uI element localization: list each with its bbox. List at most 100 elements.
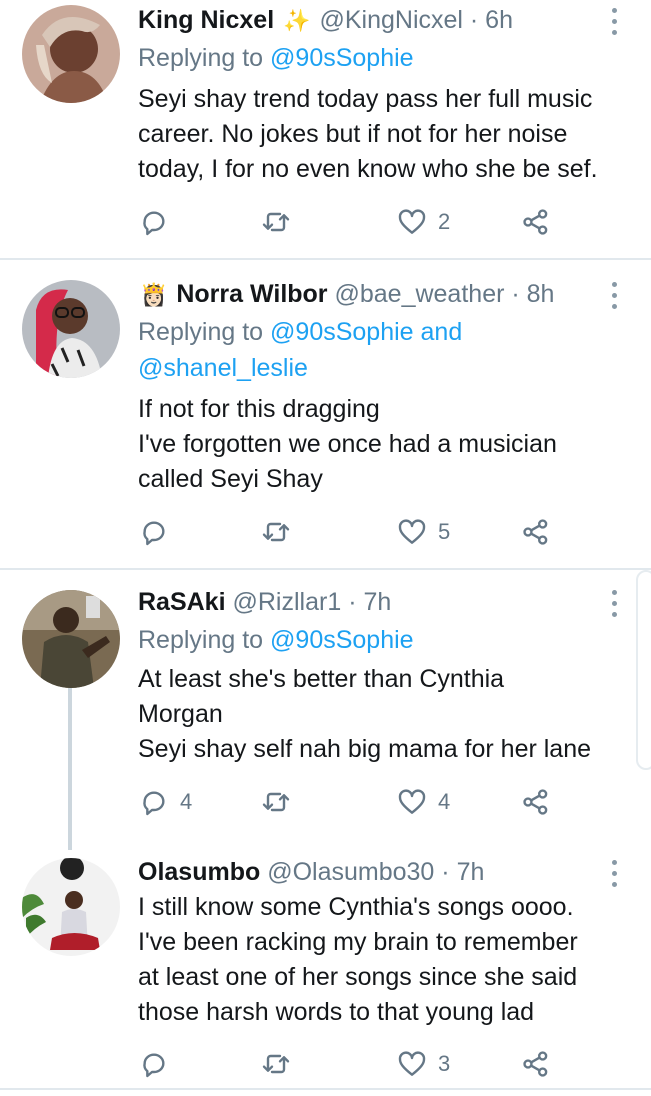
like-count: 2 <box>438 209 451 234</box>
avatar-image <box>22 280 120 378</box>
tweet-actions: 2 <box>138 202 618 242</box>
reply-button[interactable] <box>138 1044 180 1084</box>
scroll-handle[interactable] <box>636 570 651 770</box>
share-icon <box>523 789 548 815</box>
reply-feed: King Nicxel ✨ @KingNicxel · 6h Replying … <box>0 0 651 1096</box>
mention-link[interactable]: @90sSophie <box>270 626 414 654</box>
tweet[interactable]: Olasumbo @Olasumbo30 · 7h I still know s… <box>0 852 651 1088</box>
avatar[interactable] <box>22 590 120 688</box>
tweet-text: If not for this dragging I've forgotten … <box>138 392 648 497</box>
mention-conjunction[interactable]: and <box>421 318 463 346</box>
display-name[interactable]: King Nicxel <box>138 6 274 34</box>
avatar-image <box>22 5 120 103</box>
more-vertical-icon[interactable] <box>604 2 624 42</box>
display-name[interactable]: RaSAki <box>138 588 226 616</box>
like-button[interactable]: 3 <box>396 1044 450 1084</box>
tweet-text-line: Morgan <box>138 700 223 728</box>
tweet-text-line: at least one of her songs since she said <box>138 963 578 991</box>
tweet-header: Olasumbo @Olasumbo30 · 7h <box>138 852 484 892</box>
reply-count: 4 <box>180 789 193 814</box>
avatar-image <box>22 590 120 688</box>
tweet-header: King Nicxel ✨ @KingNicxel · 6h <box>138 0 513 40</box>
avatar-image <box>22 858 120 956</box>
user-handle[interactable]: @Rizllar1 <box>233 588 342 616</box>
comment-icon <box>143 211 165 236</box>
user-handle[interactable]: @bae_weather <box>334 280 504 308</box>
retweet-button[interactable] <box>260 782 302 822</box>
retweet-icon <box>262 522 290 542</box>
tweet-text: Seyi shay trend today pass her full musi… <box>138 82 648 187</box>
timestamp[interactable]: · 7h <box>348 588 391 616</box>
like-count: 4 <box>438 789 451 814</box>
tweet-header: 👸🏻 Norra Wilbor @bae_weather · 8h <box>138 274 554 314</box>
like-count: 5 <box>438 519 451 544</box>
share-icon <box>523 519 548 545</box>
tweet-text-line: those harsh words to that young lad <box>138 998 535 1026</box>
display-name[interactable]: Norra Wilbor <box>176 280 327 308</box>
mention-link[interactable]: @90sSophie <box>270 318 414 346</box>
avatar[interactable] <box>22 280 120 378</box>
replying-to-label: Replying to <box>138 626 264 654</box>
share-button[interactable] <box>520 512 552 552</box>
replying-to-label: Replying to <box>138 44 264 72</box>
heart-icon <box>398 789 426 814</box>
display-name[interactable]: Olasumbo <box>138 858 260 886</box>
like-button[interactable]: 4 <box>396 782 450 822</box>
retweet-icon <box>262 792 290 812</box>
tweet[interactable]: King Nicxel ✨ @KingNicxel · 6h Replying … <box>0 0 651 258</box>
tweet-text-line: I've forgotten we once had a musician <box>138 430 557 458</box>
share-button[interactable] <box>520 782 552 822</box>
like-button[interactable]: 5 <box>396 512 450 552</box>
divider <box>0 1088 651 1090</box>
timestamp[interactable]: · 7h <box>441 858 484 886</box>
replying-to-label: Replying to <box>138 318 264 346</box>
reply-button[interactable] <box>138 202 180 242</box>
share-button[interactable] <box>520 202 552 242</box>
more-vertical-icon[interactable] <box>604 854 624 894</box>
divider <box>0 258 651 260</box>
retweet-button[interactable] <box>260 512 302 552</box>
timestamp[interactable]: · 8h <box>511 280 554 308</box>
retweet-icon <box>262 212 290 232</box>
avatar[interactable] <box>22 5 120 103</box>
user-handle[interactable]: @Olasumbo30 <box>267 858 434 886</box>
avatar[interactable] <box>22 858 120 956</box>
tweet-text-line: Seyi shay trend today pass her full musi… <box>138 85 593 113</box>
tweet-actions: 4 4 <box>138 782 618 822</box>
tweet-header: RaSAki @Rizllar1 · 7h <box>138 582 391 622</box>
more-vertical-icon[interactable] <box>604 276 624 316</box>
comment-icon <box>143 791 165 816</box>
heart-icon <box>398 519 426 544</box>
comment-icon <box>143 521 165 546</box>
tweet[interactable]: RaSAki @Rizllar1 · 7h Replying to @90sSo… <box>0 582 651 832</box>
princess-emoji: 👸🏻 <box>140 282 168 308</box>
tweet-text-line: Seyi shay self nah big mama for her lane <box>138 735 592 763</box>
reply-button[interactable] <box>138 512 180 552</box>
mention-link[interactable]: @90sSophie <box>270 44 414 72</box>
tweet-text: I still know some Cynthia's songs oooo. … <box>138 890 648 1030</box>
tweet-text-line: career. No jokes but if not for her nois… <box>138 120 568 148</box>
replying-to: Replying to @90sSophie <box>138 622 414 658</box>
tweet-text-line: today, I for no even know who she be sef… <box>138 155 598 183</box>
replying-to: Replying to @90sSophie <box>138 40 414 76</box>
retweet-button[interactable] <box>260 202 302 242</box>
tweet[interactable]: 👸🏻 Norra Wilbor @bae_weather · 8h Replyi… <box>0 274 651 568</box>
heart-icon <box>398 1051 426 1076</box>
share-button[interactable] <box>520 1044 552 1084</box>
more-vertical-icon[interactable] <box>604 584 624 624</box>
user-handle[interactable]: @KingNicxel <box>319 6 462 34</box>
sparkles-emoji: ✨ <box>283 8 311 34</box>
mention-link[interactable]: @shanel_leslie <box>138 350 462 386</box>
heart-icon <box>398 209 426 234</box>
reply-button[interactable]: 4 <box>138 782 192 822</box>
retweet-button[interactable] <box>260 1044 302 1084</box>
tweet-text-line: I still know some Cynthia's songs oooo. <box>138 893 574 921</box>
share-icon <box>523 1051 548 1077</box>
like-count: 3 <box>438 1051 451 1076</box>
divider <box>0 568 651 570</box>
tweet-actions: 3 <box>138 1044 618 1084</box>
share-icon <box>523 209 548 235</box>
like-button[interactable]: 2 <box>396 202 450 242</box>
retweet-icon <box>262 1054 290 1074</box>
timestamp[interactable]: · 6h <box>470 6 513 34</box>
